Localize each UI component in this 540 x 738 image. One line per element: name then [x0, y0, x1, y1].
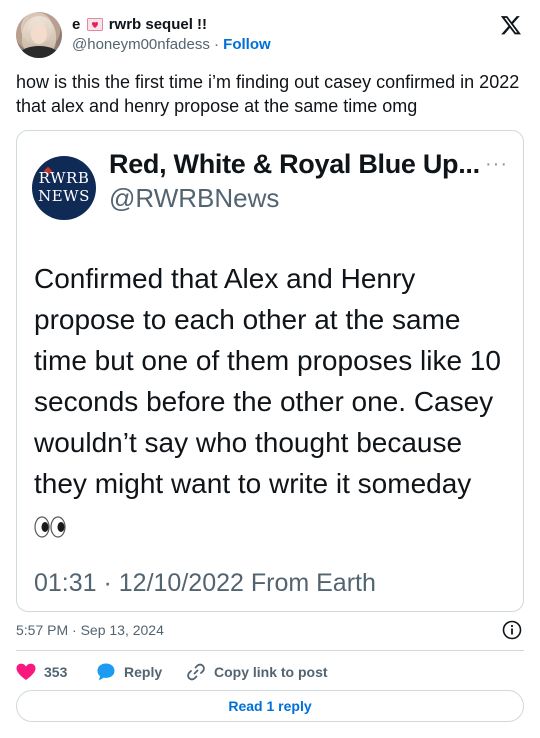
follow-link[interactable]: Follow	[223, 36, 271, 53]
tweet-timestamp[interactable]: 5:57 PM · Sep 13, 2024	[16, 622, 164, 638]
more-options-icon[interactable]: ···	[485, 153, 508, 176]
reply-button[interactable]: Reply	[96, 660, 162, 684]
action-bar: 353 Reply Copy link to post	[16, 660, 524, 684]
handle-separator: ·	[213, 36, 219, 53]
quoted-avatar-line1: RWRB	[38, 169, 90, 187]
divider	[16, 650, 524, 651]
quoted-body: Confirmed that Alex and Henry propose to…	[34, 258, 504, 545]
copy-link-label: Copy link to post	[214, 664, 328, 680]
reply-label: Reply	[124, 664, 163, 680]
heart-letter-icon	[86, 18, 103, 31]
tweet-header: e rwrb sequel !! @honeym00nfadess · Foll…	[16, 12, 524, 60]
x-logo-icon[interactable]	[500, 14, 522, 36]
quoted-tweet-card[interactable]: RWRB NEWS Red, White & Royal Blue Up... …	[16, 130, 524, 612]
quoted-avatar-line2: NEWS	[38, 187, 90, 205]
like-button[interactable]: 353	[16, 660, 67, 684]
author-handle-row: @honeym00nfadess · Follow	[72, 36, 271, 53]
quoted-meta: 01:31 · 12/10/2022 From Earth	[34, 569, 376, 597]
read-replies-button[interactable]: Read 1 reply	[16, 690, 524, 722]
author-avatar[interactable]	[16, 12, 62, 58]
tweet-text: how is this the first time i’m finding o…	[16, 72, 520, 116]
quoted-avatar[interactable]: RWRB NEWS	[32, 156, 96, 220]
display-name-suffix: rwrb sequel !!	[108, 16, 208, 33]
quoted-handle[interactable]: @RWRBNews	[109, 183, 279, 214]
display-name-prefix: e	[72, 16, 81, 33]
info-icon[interactable]	[502, 620, 522, 640]
author-display-name[interactable]: e rwrb sequel !!	[72, 16, 207, 33]
link-icon	[187, 663, 205, 681]
author-handle[interactable]: @honeym00nfadess	[72, 36, 210, 53]
quoted-body-text: Confirmed that Alex and Henry propose to…	[34, 263, 501, 499]
avatar-face	[31, 24, 47, 44]
reply-bubble-icon	[97, 663, 115, 681]
heart-icon	[16, 663, 36, 680]
avatar-shirt	[20, 46, 58, 58]
quoted-display-name[interactable]: Red, White & Royal Blue Up...	[109, 149, 480, 180]
eyes-emoji-icon	[34, 516, 66, 538]
like-count: 353	[44, 664, 68, 680]
copy-link-button[interactable]: Copy link to post	[186, 660, 328, 684]
